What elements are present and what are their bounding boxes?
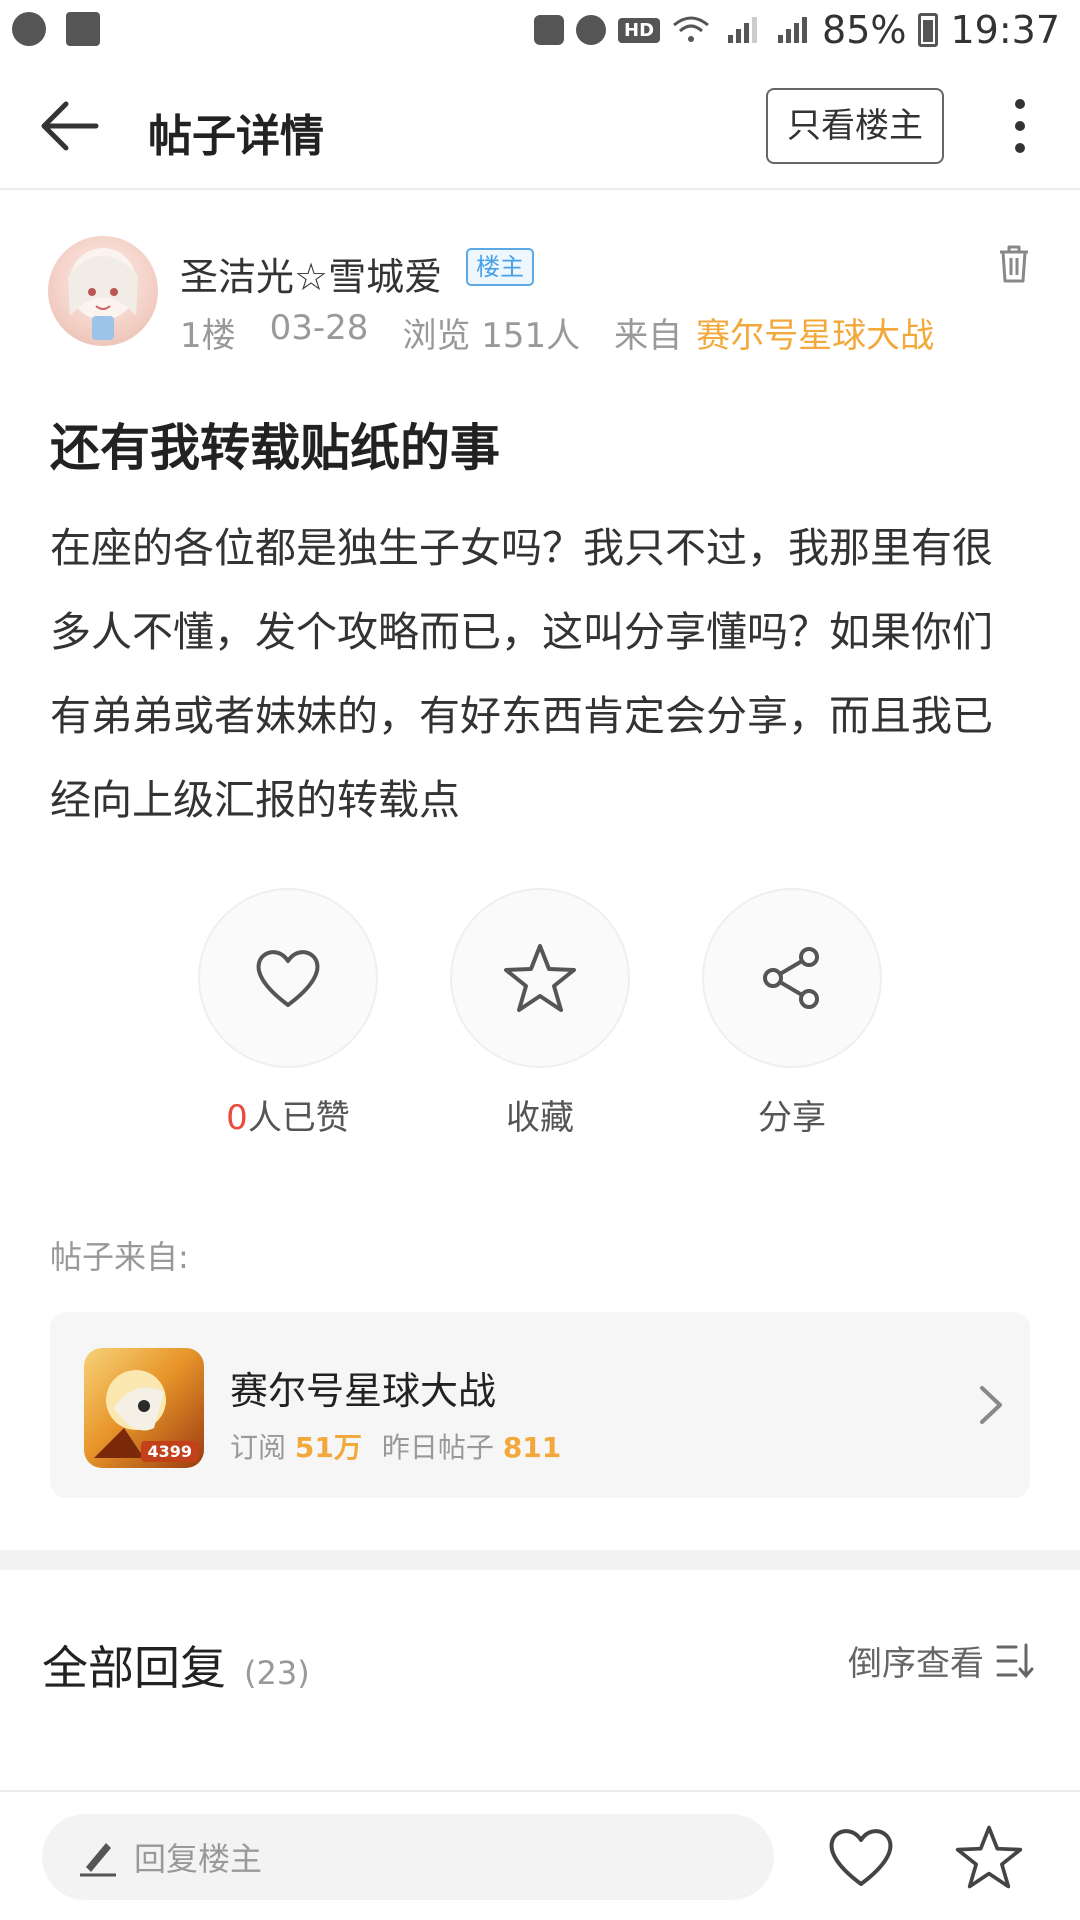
collect-button[interactable] (450, 888, 630, 1068)
like-count: 0 (226, 1098, 248, 1138)
clock: 19:37 (950, 8, 1060, 52)
floor-number: 1楼 (180, 316, 236, 356)
signal-g-icon (778, 17, 808, 43)
replies-count: (23) (244, 1654, 310, 1692)
recycle-icon (534, 15, 564, 45)
bottom-bar: 回复楼主 (0, 1790, 1080, 1920)
post-source-label: 帖子来自: (50, 1238, 189, 1276)
forum-card[interactable]: 4399 赛尔号星球大战 订阅 51万 昨日帖子 811 (50, 1312, 1030, 1498)
sort-icon (996, 1643, 1034, 1678)
status-bar: HD 85% 19:37 (0, 0, 1080, 62)
subscribe-label: 订阅 (230, 1431, 287, 1464)
forum-icon-tag: 4399 (141, 1441, 198, 1462)
forum-name: 赛尔号星球大战 (230, 1369, 497, 1413)
post-date: 03-28 (269, 308, 369, 348)
host-badge: 楼主 (466, 248, 534, 286)
section-divider (0, 1550, 1080, 1570)
game-notification-icon (12, 12, 46, 46)
pencil-icon (80, 1843, 116, 1877)
share-label: 分享 (758, 1098, 826, 1138)
hd-badge: HD (618, 17, 661, 43)
forum-stats: 订阅 51万 昨日帖子 811 (230, 1426, 561, 1466)
battery-percent: 85% (822, 8, 907, 52)
post-meta: 1楼 03-28 浏览 151人 来自 赛尔号星球大战 (180, 308, 934, 357)
share-icon (763, 947, 819, 1009)
reply-placeholder: 回复楼主 (134, 1840, 263, 1878)
page-title: 帖子详情 (148, 111, 324, 162)
author-avatar[interactable] (48, 236, 158, 346)
wifi-icon (673, 16, 709, 42)
sort-reverse-button[interactable]: 倒序查看 (848, 1636, 1036, 1685)
bottom-like-icon[interactable] (826, 1822, 896, 1892)
from-prefix: 来自 (614, 316, 683, 356)
view-count: 浏览 151人 (402, 316, 581, 356)
post-detail-page: HD 85% 19:37 帖子详情 只看楼主 圣洁光☆雪城爱 楼主 1楼 03-… (0, 0, 1080, 1920)
alarm-icon (576, 15, 606, 45)
like-suffix: 人已赞 (247, 1098, 350, 1138)
star-icon (504, 944, 576, 1012)
replies-title: 全部回复 (42, 1641, 226, 1695)
signal-4g-icon (728, 17, 758, 43)
share-button[interactable] (702, 888, 882, 1068)
only-host-button[interactable]: 只看楼主 (766, 88, 944, 164)
sort-label: 倒序查看 (848, 1644, 984, 1684)
collect-label: 收藏 (506, 1098, 574, 1138)
avatar-image (68, 248, 138, 340)
bottom-star-icon[interactable] (954, 1822, 1024, 1892)
header-bar: 帖子详情 只看楼主 (0, 62, 1080, 190)
like-count-label: 0人已赞 (198, 1090, 378, 1139)
forum-icon: 4399 (84, 1348, 204, 1468)
subscribe-count: 51万 (294, 1431, 362, 1464)
back-arrow-icon[interactable] (40, 98, 100, 154)
image-notification-icon (66, 12, 100, 46)
post-body: 在座的各位都是独生子女吗？我只不过，我那里有很多人不懂，发个攻略而已，这叫分享懂… (50, 524, 993, 824)
chevron-right-icon (980, 1386, 1002, 1424)
more-options-icon[interactable] (1000, 96, 1040, 156)
yesterday-posts-label: 昨日帖子 (381, 1431, 494, 1464)
reply-input[interactable]: 回复楼主 (42, 1814, 774, 1900)
author-name[interactable]: 圣洁光☆雪城爱 (180, 246, 442, 301)
yesterday-posts-count: 811 (502, 1431, 562, 1464)
like-button[interactable] (198, 888, 378, 1068)
post-title: 还有我转载贴纸的事 (50, 419, 500, 477)
replies-header: 全部回复 (23) (42, 1632, 310, 1698)
trash-icon[interactable] (996, 244, 1032, 284)
battery-icon (918, 13, 939, 47)
from-forum-link[interactable]: 赛尔号星球大战 (696, 308, 934, 357)
heart-icon (256, 950, 320, 1007)
